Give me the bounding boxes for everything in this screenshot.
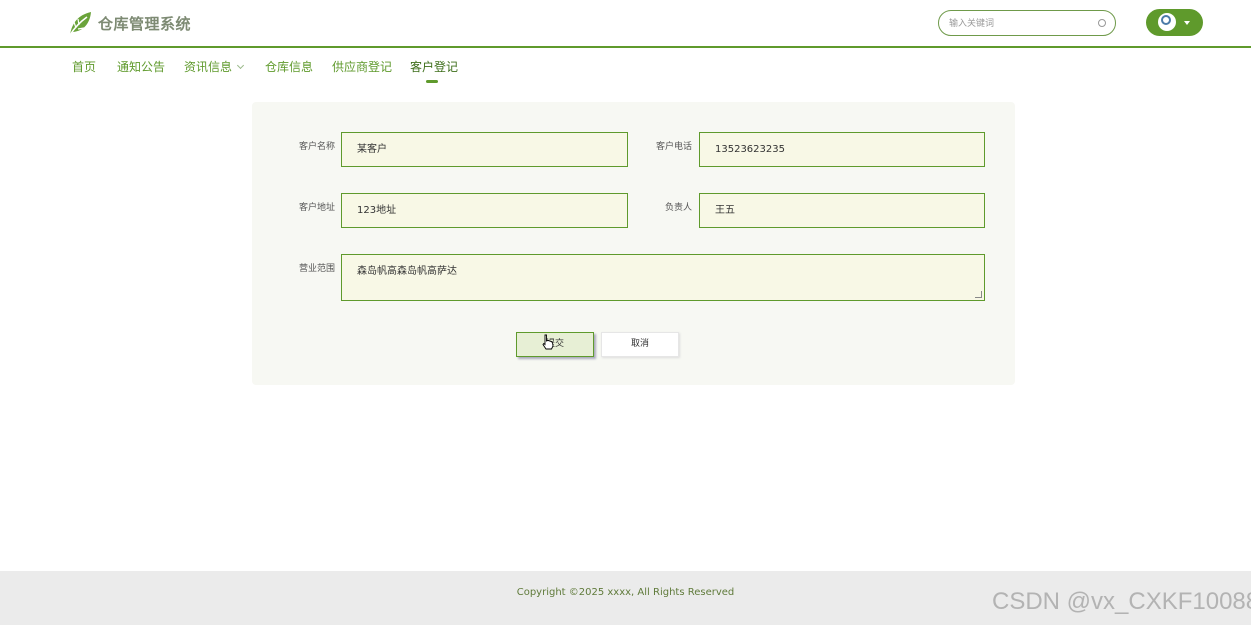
cancel-button[interactable]: 取消 (601, 332, 679, 357)
customer-name-field[interactable]: 某客户 (341, 132, 628, 167)
app-title: 仓库管理系统 (98, 14, 192, 33)
search-icon[interactable] (1098, 19, 1106, 27)
nav-item-warehouse[interactable]: 仓库信息 (265, 58, 313, 75)
nav-item-news[interactable]: 资讯信息 (184, 58, 245, 75)
nav-item-customer-label: 客户登记 (410, 60, 459, 74)
responsible-label: 负责人 (664, 203, 692, 213)
customer-address-field[interactable]: 123地址 (341, 193, 628, 228)
leaf-logo-icon (69, 12, 91, 36)
resize-handle-icon[interactable] (975, 291, 982, 298)
chevron-down-icon (236, 61, 245, 70)
watermark-text: CSDN @vx_CXKF10088 (992, 588, 1251, 615)
customer-phone-field[interactable]: 13523623235 (699, 132, 985, 167)
search-box[interactable] (938, 10, 1116, 36)
user-menu-button[interactable] (1146, 9, 1203, 36)
app-logo[interactable]: 仓库管理系统 (66, 9, 191, 37)
active-tab-indicator (426, 80, 438, 83)
nav-item-notices[interactable]: 通知公告 (117, 58, 165, 75)
business-scope-text: 森岛帆高森岛帆高萨达 (357, 266, 457, 277)
nav-item-home[interactable]: 首页 (72, 58, 96, 75)
customer-address-label: 客户地址 (298, 203, 335, 213)
customer-phone-label: 客户电话 (655, 142, 692, 152)
chevron-down-icon (1184, 21, 1190, 25)
nav-item-customer[interactable]: 客户登记 (410, 58, 459, 83)
submit-button[interactable]: 提交 (516, 332, 594, 357)
search-input[interactable] (947, 15, 1091, 33)
avatar-icon (1158, 13, 1176, 31)
customer-name-label: 客户名称 (298, 142, 335, 152)
business-scope-textarea[interactable]: 森岛帆高森岛帆高萨达 (341, 254, 985, 301)
nav-item-news-label: 资讯信息 (184, 60, 233, 74)
hand-cursor-icon (542, 334, 554, 350)
responsible-field[interactable]: 王五 (699, 193, 985, 228)
nav-item-supplier[interactable]: 供应商登记 (332, 58, 392, 75)
top-header: 仓库管理系统 (0, 0, 1251, 48)
business-scope-label: 营业范围 (298, 264, 335, 274)
